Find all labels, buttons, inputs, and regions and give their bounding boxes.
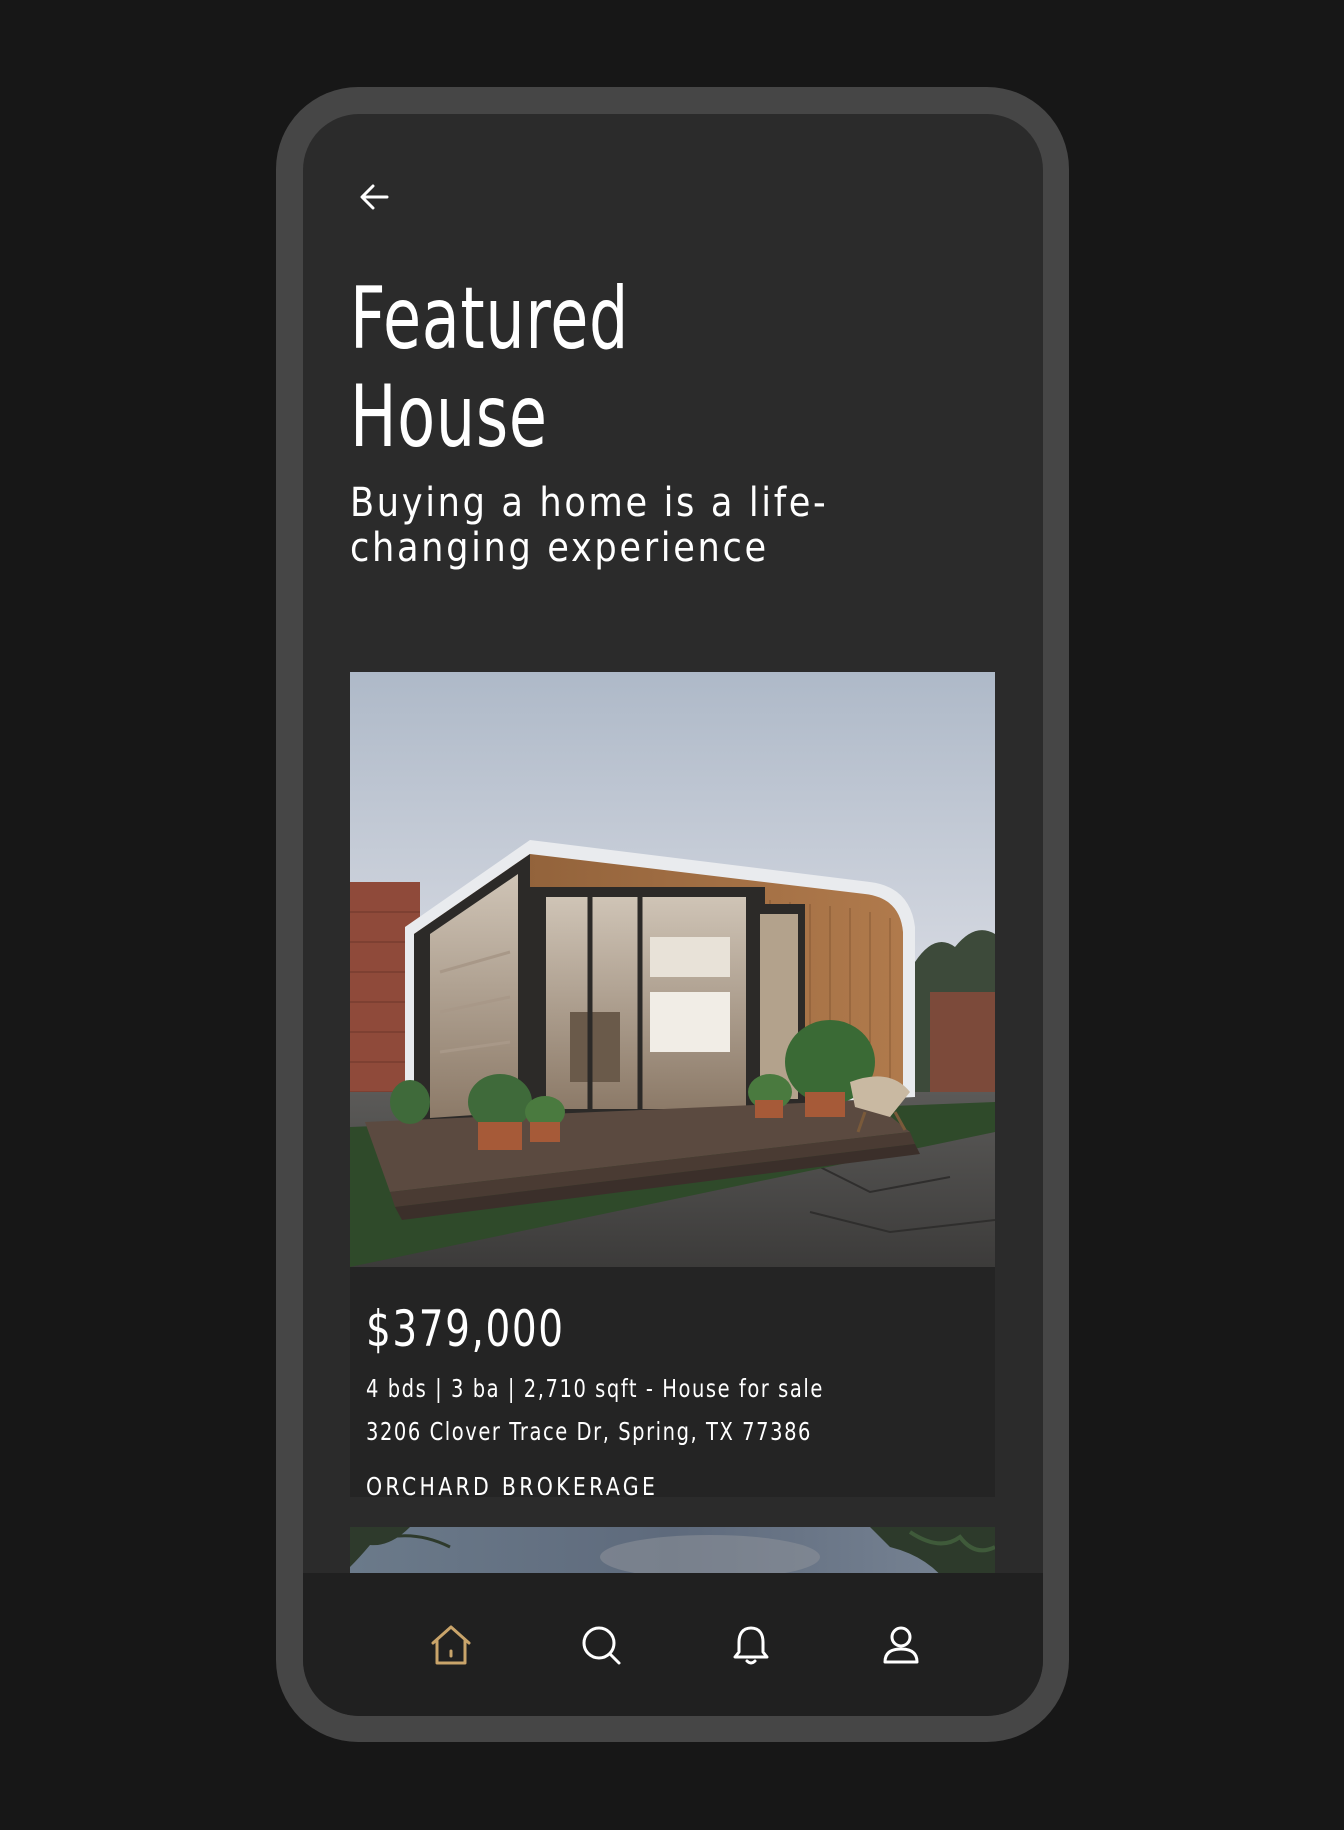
page-title-line-2: House xyxy=(350,367,548,467)
back-button[interactable] xyxy=(351,174,401,224)
page-title: Featured House xyxy=(350,270,629,466)
listing-brokerage: ORCHARD BROKERAGE xyxy=(366,1472,659,1501)
user-icon xyxy=(883,1626,919,1663)
bell-icon xyxy=(733,1626,769,1664)
home-icon xyxy=(431,1625,471,1664)
nav-search[interactable] xyxy=(526,1573,676,1716)
arrow-left-icon xyxy=(360,184,389,210)
bottom-navigation xyxy=(303,1573,1043,1716)
listing-photo[interactable] xyxy=(350,672,995,1267)
page-title-line-1: Featured xyxy=(350,269,630,369)
modern-tiny-house-photo xyxy=(350,672,995,1267)
phone-screen: Featured House Buying a home is a life-c… xyxy=(303,114,1043,1716)
listing-price: $379,000 xyxy=(366,1300,565,1358)
nav-home[interactable] xyxy=(376,1573,526,1716)
listing-address: 3206 Clover Trace Dr, Spring, TX 77386 xyxy=(366,1417,813,1446)
search-icon xyxy=(582,1626,621,1664)
listing-specs: 4 bds | 3 ba | 2,710 sqft - House for sa… xyxy=(366,1374,824,1403)
page-subtitle: Buying a home is a life-changing experie… xyxy=(350,480,829,571)
nav-notifications[interactable] xyxy=(676,1573,826,1716)
listing-card[interactable]: $379,000 4 bds | 3 ba | 2,710 sqft - Hou… xyxy=(350,672,995,1501)
nav-profile[interactable] xyxy=(826,1573,976,1716)
